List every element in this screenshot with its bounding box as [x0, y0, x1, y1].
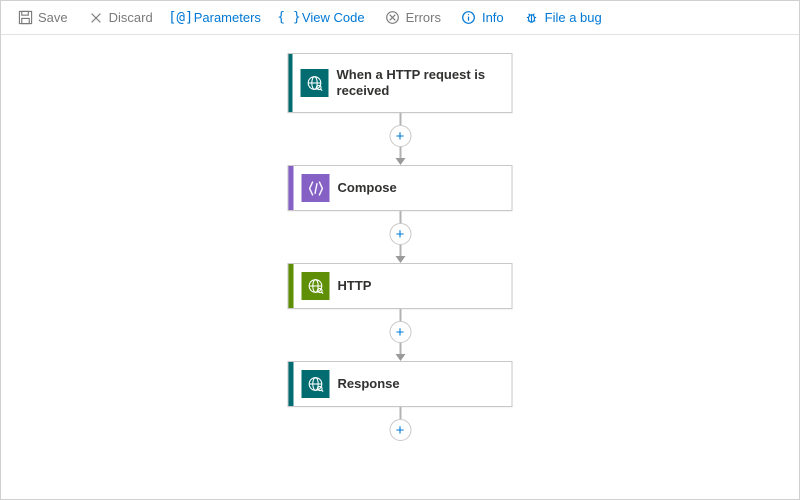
connector-line [399, 113, 401, 125]
node-icon [302, 174, 330, 202]
discard-button[interactable]: Discard [80, 6, 161, 30]
bug-icon [524, 10, 540, 26]
code-icon: { } [281, 10, 297, 26]
save-icon [17, 10, 33, 26]
workflow: When a HTTP request is received + Compose +… [288, 53, 513, 441]
parameters-label: Parameters [194, 10, 261, 25]
node-label: Response [338, 376, 410, 392]
arrow-down-icon [395, 158, 405, 165]
arrow-down-icon [395, 354, 405, 361]
parameters-icon: [@] [173, 10, 189, 26]
connector-line [399, 309, 401, 321]
add-step-button[interactable]: + [389, 223, 411, 245]
workflow-node[interactable]: Response [288, 361, 513, 407]
connector: + [389, 113, 411, 165]
parameters-button[interactable]: [@] Parameters [165, 6, 269, 30]
connector-line [399, 407, 401, 419]
node-label: HTTP [338, 278, 382, 294]
connector: + [389, 407, 411, 441]
add-step-button[interactable]: + [389, 419, 411, 441]
view-code-label: View Code [302, 10, 365, 25]
node-icon [302, 272, 330, 300]
connector: + [389, 309, 411, 361]
info-button[interactable]: Info [453, 6, 512, 30]
save-button[interactable]: Save [9, 6, 76, 30]
add-step-button[interactable]: + [389, 125, 411, 147]
file-bug-label: File a bug [545, 10, 602, 25]
connector: + [389, 211, 411, 263]
node-accent [289, 264, 294, 308]
discard-icon [88, 10, 104, 26]
node-accent [289, 54, 293, 112]
workflow-node[interactable]: HTTP [288, 263, 513, 309]
workflow-node[interactable]: When a HTTP request is received [288, 53, 513, 113]
info-icon [461, 10, 477, 26]
connector-line [399, 211, 401, 223]
save-label: Save [38, 10, 68, 25]
node-icon [301, 69, 329, 97]
node-label: When a HTTP request is received [337, 67, 512, 100]
view-code-button[interactable]: { } View Code [273, 6, 373, 30]
arrow-down-icon [395, 256, 405, 263]
file-bug-button[interactable]: File a bug [516, 6, 610, 30]
toolbar: Save Discard [@] Parameters { } View Cod… [1, 1, 799, 35]
node-accent [289, 362, 294, 406]
node-label: Compose [338, 180, 407, 196]
add-step-button[interactable]: + [389, 321, 411, 343]
errors-label: Errors [406, 10, 441, 25]
errors-icon [385, 10, 401, 26]
errors-button[interactable]: Errors [377, 6, 449, 30]
info-label: Info [482, 10, 504, 25]
workflow-node[interactable]: Compose [288, 165, 513, 211]
discard-label: Discard [109, 10, 153, 25]
node-icon [302, 370, 330, 398]
node-accent [289, 166, 294, 210]
designer-canvas[interactable]: When a HTTP request is received + Compose +… [1, 35, 799, 499]
